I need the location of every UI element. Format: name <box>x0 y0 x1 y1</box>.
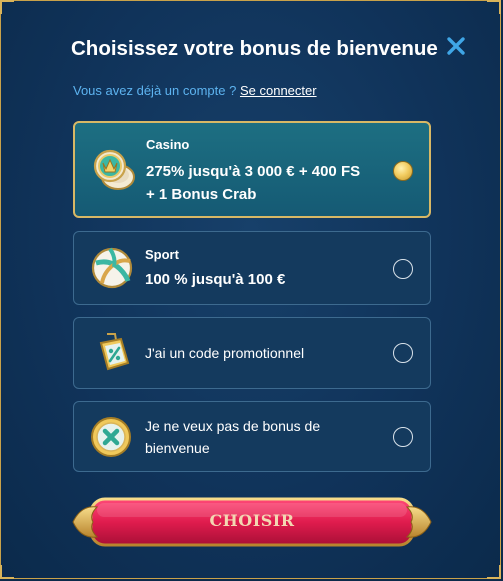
login-link[interactable]: Se connecter <box>240 83 317 98</box>
option-label-line2: bienvenue <box>145 440 210 456</box>
radio-unselected[interactable] <box>393 427 413 447</box>
option-label: J'ai un code promotionnel <box>145 345 305 361</box>
login-prompt: Vous avez déjà un compte ? <box>73 83 237 98</box>
option-label-line1: Je ne veux pas de bonus de <box>145 418 321 434</box>
bonus-option-casino[interactable]: Casino 275% jusqu'à 3 000 € + 400 FS + 1… <box>73 121 431 218</box>
close-icon <box>447 37 465 55</box>
volleyball-icon <box>90 245 136 291</box>
modal-title: Choisissez votre bonus de bienvenue <box>71 37 438 60</box>
no-bonus-icon <box>90 414 136 460</box>
option-description-line2: + 1 Bonus Crab <box>146 186 257 203</box>
promo-tag-icon <box>90 331 136 377</box>
radio-selected[interactable] <box>393 161 413 181</box>
option-description-line1: 100 % jusqu'à 100 € <box>145 271 286 288</box>
frame-corner <box>487 565 501 579</box>
option-title: Casino <box>146 137 190 152</box>
choose-button-label: CHOISIR <box>209 511 295 530</box>
radio-unselected[interactable] <box>393 343 413 363</box>
option-description-line1: 275% jusqu'à 3 000 € + 400 FS <box>146 163 361 180</box>
bonus-option-no-bonus[interactable]: Je ne veux pas de bonus de bienvenue <box>73 401 431 472</box>
welcome-bonus-modal: Choisissez votre bonus de bienvenue Vous… <box>0 0 501 579</box>
bonus-option-sport[interactable]: Sport 100 % jusqu'à 100 € <box>73 231 431 305</box>
bonus-option-promo-code[interactable]: J'ai un code promotionnel <box>73 317 431 389</box>
close-button[interactable] <box>445 35 467 57</box>
choose-button[interactable]: CHOISIR <box>71 493 433 551</box>
frame-corner <box>0 0 14 14</box>
casino-chip-icon <box>91 147 137 193</box>
frame-corner <box>0 565 14 579</box>
radio-unselected[interactable] <box>393 259 413 279</box>
login-prompt-row: Vous avez déjà un compte ? Se connecter <box>73 83 317 98</box>
frame-corner <box>487 0 501 14</box>
option-title: Sport <box>145 247 179 262</box>
